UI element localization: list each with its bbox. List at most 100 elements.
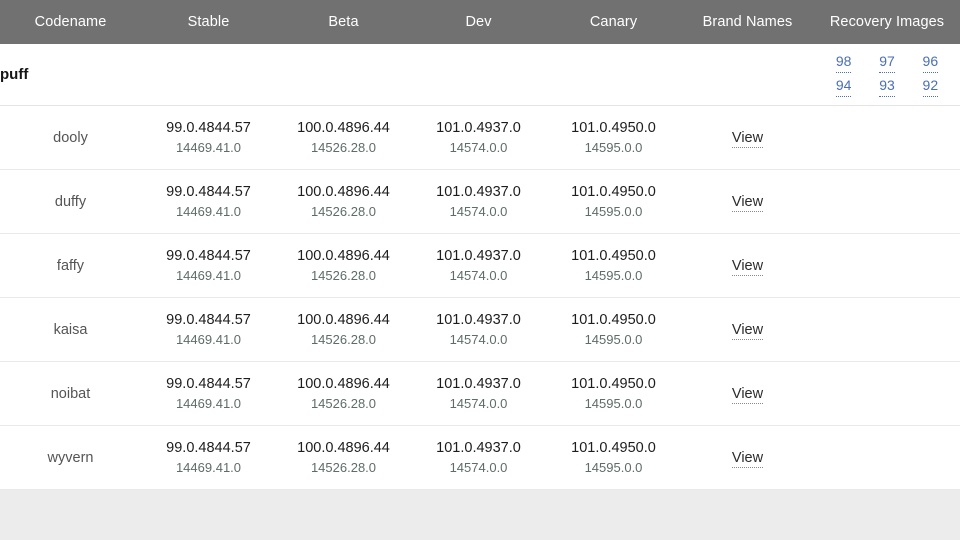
recovery-image-link-92[interactable]: 92: [922, 76, 939, 97]
table-row: duffy 99.0.4844.57 14469.41.0 100.0.4896…: [0, 169, 960, 234]
release-matrix-container: Codename Stable Beta Dev Canary Brand Na…: [0, 0, 960, 490]
beta-platform: 14526.28.0: [310, 204, 377, 219]
brand-names-view-link[interactable]: View: [731, 449, 764, 468]
cell-stable: 99.0.4844.57 14469.41.0: [141, 105, 276, 170]
cell-dev: 101.0.4937.0 14574.0.0: [411, 169, 546, 234]
cell-codename: kaisa: [0, 297, 141, 362]
cell-brand-names: View: [681, 297, 814, 362]
cell-beta: 100.0.4896.44 14526.28.0: [276, 361, 411, 426]
dev-version: 101.0.4937.0: [436, 248, 521, 264]
stable-platform: 14469.41.0: [175, 140, 242, 155]
stable-platform: 14469.41.0: [175, 460, 242, 475]
stable-platform: 14469.41.0: [175, 204, 242, 219]
board-group-row: puff 98 97 96 94 93 92: [0, 44, 960, 106]
cell-codename: noibat: [0, 361, 141, 426]
cell-canary: 101.0.4950.0 14595.0.0: [546, 425, 681, 490]
beta-version: 100.0.4896.44: [297, 312, 390, 328]
column-header-recovery-images[interactable]: Recovery Images: [814, 0, 960, 44]
cell-dev: 101.0.4937.0 14574.0.0: [411, 425, 546, 490]
cell-dev: 101.0.4937.0 14574.0.0: [411, 105, 546, 170]
canary-platform: 14595.0.0: [584, 460, 643, 475]
beta-version: 100.0.4896.44: [297, 120, 390, 136]
cell-beta: 100.0.4896.44 14526.28.0: [276, 425, 411, 490]
cell-stable: 99.0.4844.57 14469.41.0: [141, 169, 276, 234]
recovery-image-link-97[interactable]: 97: [879, 52, 895, 73]
canary-platform: 14595.0.0: [584, 396, 643, 411]
cell-beta: 100.0.4896.44 14526.28.0: [276, 105, 411, 170]
cell-recovery-empty: [814, 297, 960, 362]
column-header-stable[interactable]: Stable: [141, 0, 276, 44]
stable-version: 99.0.4844.57: [166, 184, 251, 200]
beta-version: 100.0.4896.44: [297, 440, 390, 456]
dev-version: 101.0.4937.0: [436, 312, 521, 328]
table-row: wyvern 99.0.4844.57 14469.41.0 100.0.489…: [0, 425, 960, 490]
cell-beta: 100.0.4896.44 14526.28.0: [276, 297, 411, 362]
dev-version: 101.0.4937.0: [436, 120, 521, 136]
beta-platform: 14526.28.0: [310, 268, 377, 283]
dev-platform: 14574.0.0: [449, 332, 508, 347]
group-stable-empty-cell: [141, 44, 276, 106]
cell-dev: 101.0.4937.0 14574.0.0: [411, 233, 546, 298]
stable-version: 99.0.4844.57: [166, 120, 251, 136]
beta-version: 100.0.4896.44: [297, 376, 390, 392]
cell-beta: 100.0.4896.44 14526.28.0: [276, 233, 411, 298]
dev-platform: 14574.0.0: [449, 396, 508, 411]
brand-names-view-link[interactable]: View: [731, 257, 764, 276]
canary-platform: 14595.0.0: [584, 204, 643, 219]
cell-dev: 101.0.4937.0 14574.0.0: [411, 297, 546, 362]
canary-version: 101.0.4950.0: [571, 376, 656, 392]
cell-canary: 101.0.4950.0 14595.0.0: [546, 169, 681, 234]
cell-codename: dooly: [0, 105, 141, 170]
column-header-beta[interactable]: Beta: [276, 0, 411, 44]
cell-recovery-empty: [814, 425, 960, 490]
cell-brand-names: View: [681, 105, 814, 170]
brand-names-view-link[interactable]: View: [731, 321, 764, 340]
beta-platform: 14526.28.0: [310, 140, 377, 155]
cell-recovery-empty: [814, 361, 960, 426]
cell-recovery-empty: [814, 233, 960, 298]
cell-recovery-empty: [814, 169, 960, 234]
column-header-brand-names[interactable]: Brand Names: [681, 0, 814, 44]
dev-version: 101.0.4937.0: [436, 376, 521, 392]
dev-platform: 14574.0.0: [449, 204, 508, 219]
dev-platform: 14574.0.0: [449, 460, 508, 475]
recovery-image-link-98[interactable]: 98: [835, 52, 852, 73]
brand-names-view-link[interactable]: View: [731, 129, 764, 148]
cell-canary: 101.0.4950.0 14595.0.0: [546, 105, 681, 170]
stable-platform: 14469.41.0: [175, 396, 242, 411]
brand-names-view-link[interactable]: View: [731, 385, 764, 404]
cell-recovery-empty: [814, 105, 960, 170]
column-header-dev[interactable]: Dev: [411, 0, 546, 44]
brand-names-view-link[interactable]: View: [731, 193, 764, 212]
dev-platform: 14574.0.0: [449, 140, 508, 155]
table-body: puff 98 97 96 94 93 92 dooly 99.0.4844.5…: [0, 44, 960, 490]
recovery-image-link-93[interactable]: 93: [879, 76, 895, 97]
recovery-images-list: 98 97 96 94 93 92: [814, 52, 960, 97]
column-header-canary[interactable]: Canary: [546, 0, 681, 44]
canary-platform: 14595.0.0: [584, 268, 643, 283]
recovery-image-link-96[interactable]: 96: [922, 52, 939, 73]
table-row: kaisa 99.0.4844.57 14469.41.0 100.0.4896…: [0, 297, 960, 362]
dev-version: 101.0.4937.0: [436, 440, 521, 456]
group-brand-empty-cell: [681, 44, 814, 106]
dev-version: 101.0.4937.0: [436, 184, 521, 200]
cell-brand-names: View: [681, 361, 814, 426]
beta-version: 100.0.4896.44: [297, 248, 390, 264]
dev-platform: 14574.0.0: [449, 268, 508, 283]
cell-brand-names: View: [681, 233, 814, 298]
stable-version: 99.0.4844.57: [166, 248, 251, 264]
canary-platform: 14595.0.0: [584, 332, 643, 347]
recovery-image-link-94[interactable]: 94: [835, 76, 852, 97]
cell-codename: duffy: [0, 169, 141, 234]
column-header-codename[interactable]: Codename: [0, 0, 141, 44]
canary-version: 101.0.4950.0: [571, 312, 656, 328]
recovery-images-cell: 98 97 96 94 93 92: [814, 44, 960, 106]
stable-platform: 14469.41.0: [175, 332, 242, 347]
group-canary-empty-cell: [546, 44, 681, 106]
table-header: Codename Stable Beta Dev Canary Brand Na…: [0, 0, 960, 44]
canary-platform: 14595.0.0: [584, 140, 643, 155]
table-row: faffy 99.0.4844.57 14469.41.0 100.0.4896…: [0, 233, 960, 298]
cell-codename: wyvern: [0, 425, 141, 490]
release-matrix-table: Codename Stable Beta Dev Canary Brand Na…: [0, 0, 960, 490]
table-header-row: Codename Stable Beta Dev Canary Brand Na…: [0, 0, 960, 44]
